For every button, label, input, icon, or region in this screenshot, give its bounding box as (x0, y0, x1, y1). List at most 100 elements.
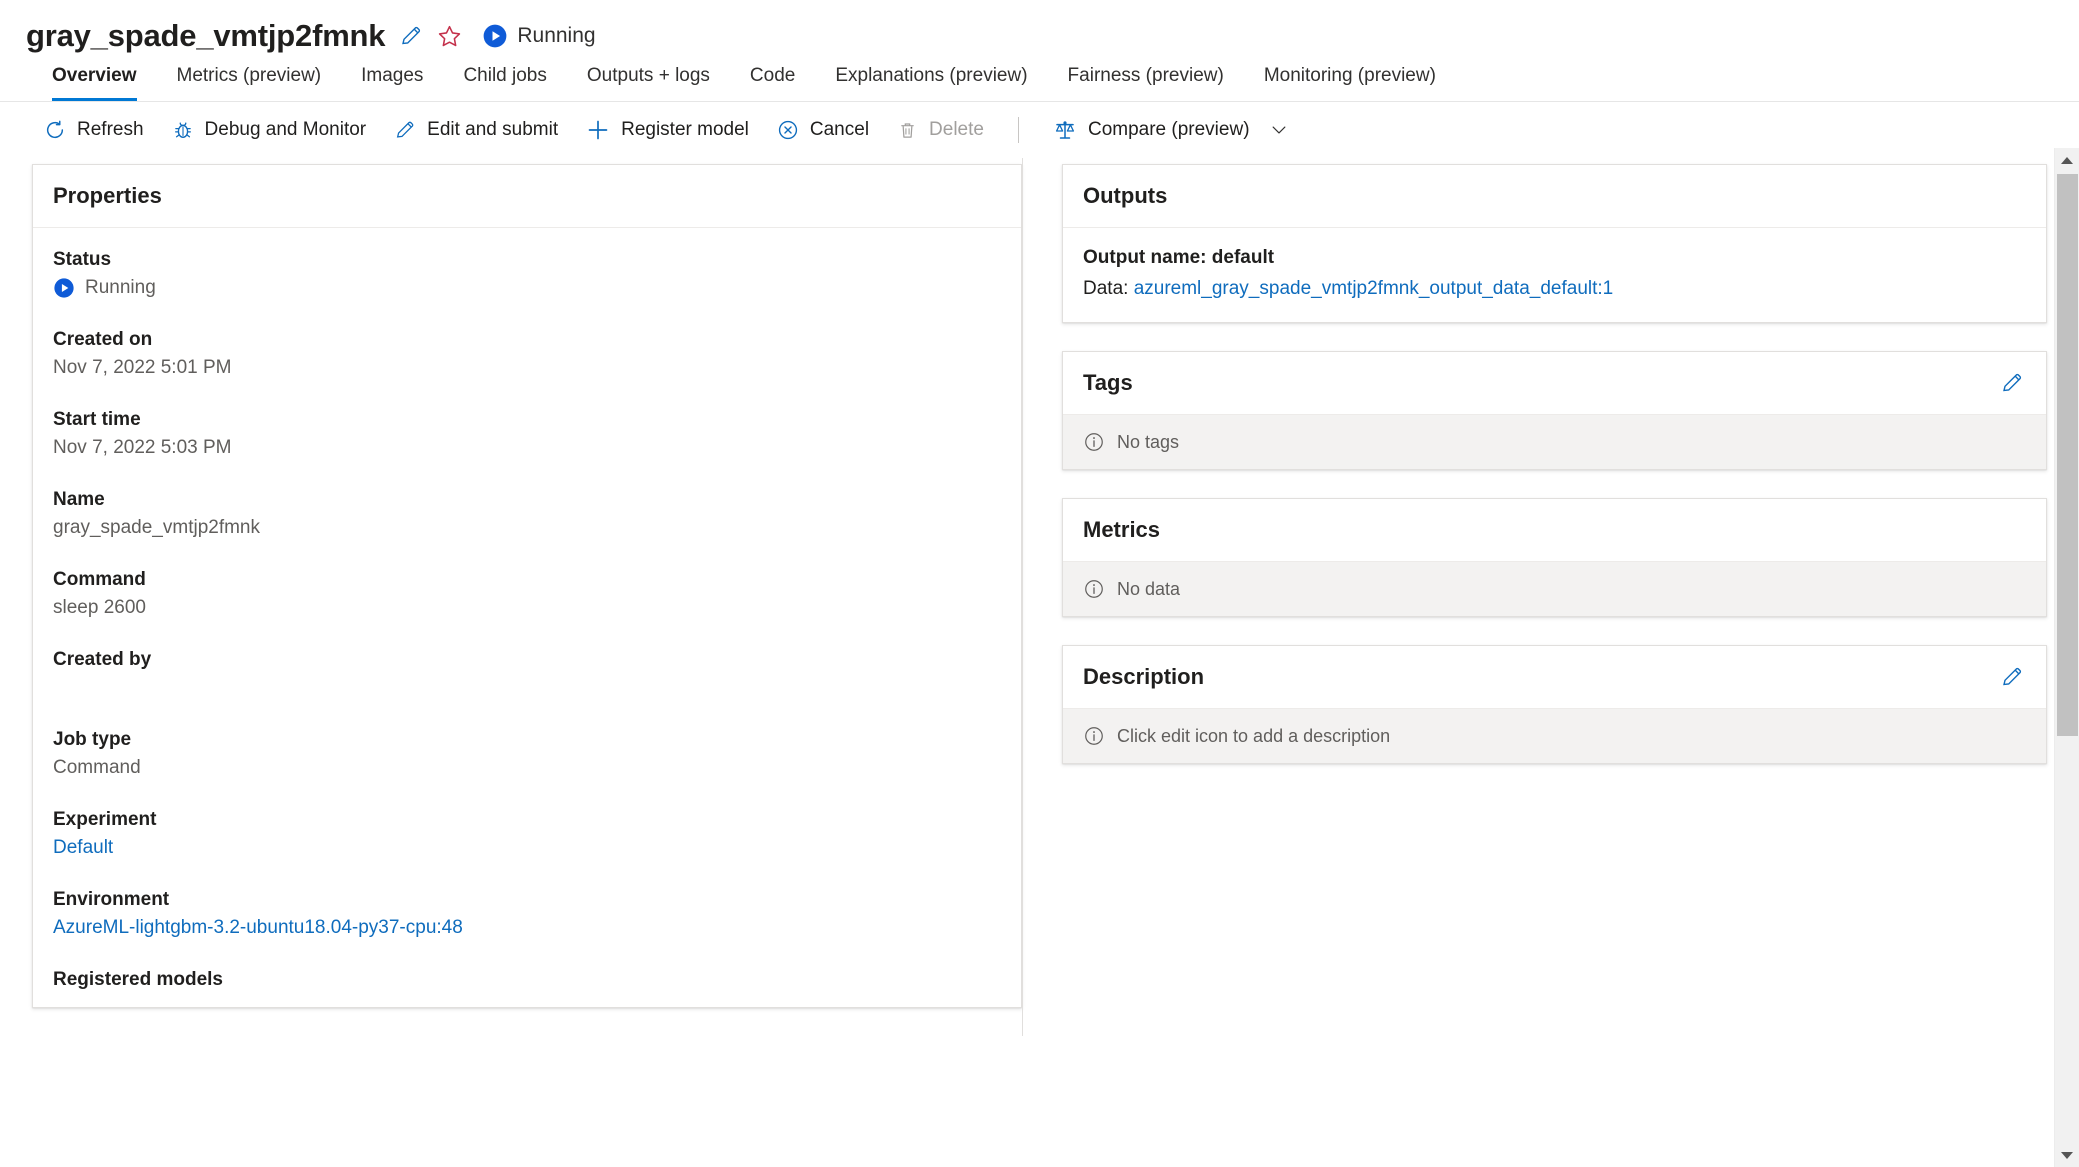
property-registered-models: Registered models (53, 966, 999, 993)
info-icon (1083, 431, 1105, 453)
output-name: Output name: default (1083, 247, 1275, 268)
property-value: Nov 7, 2022 5:03 PM (53, 437, 232, 458)
tags-card-body: No tags (1063, 415, 2046, 469)
property-label: Created on (53, 329, 153, 350)
tab-explanations[interactable]: Explanations (preview) (815, 65, 1047, 101)
refresh-label: Refresh (77, 119, 144, 140)
property-experiment: Experiment Default (53, 806, 999, 862)
edit-and-submit-button[interactable]: Edit and submit (380, 113, 572, 147)
status-text: Running (517, 24, 596, 47)
refresh-icon (44, 119, 66, 141)
running-play-icon (482, 23, 508, 49)
tab-overview[interactable]: Overview (32, 65, 157, 101)
property-status-text: Running (85, 277, 156, 298)
status-badge: Running (482, 23, 596, 49)
pencil-icon[interactable] (2000, 371, 2024, 395)
property-value: gray_spade_vmtjp2fmnk (53, 517, 260, 538)
metrics-title: Metrics (1083, 517, 1161, 542)
tags-empty-text: No tags (1117, 431, 1180, 452)
tags-title: Tags (1083, 370, 1133, 395)
delete-button: Delete (883, 113, 998, 147)
property-created-on: Created on Nov 7, 2022 5:01 PM (53, 326, 999, 382)
properties-card-header: Properties (33, 165, 1021, 228)
property-start-time: Start time Nov 7, 2022 5:03 PM (53, 406, 999, 462)
star-icon[interactable] (437, 24, 462, 49)
tab-fairness[interactable]: Fairness (preview) (1048, 65, 1244, 101)
description-card-body: Click edit icon to add a description (1063, 709, 2046, 763)
tab-code[interactable]: Code (730, 65, 815, 101)
scrollbar-thumb[interactable] (2057, 174, 2078, 736)
outputs-card-body: Output name: default Data: azureml_gray_… (1063, 228, 2046, 322)
pencil-icon[interactable] (2000, 665, 2024, 689)
metrics-card-header: Metrics (1063, 499, 2046, 562)
chevron-up-icon (2061, 156, 2073, 164)
scroll-down-button[interactable] (2055, 1143, 2079, 1167)
property-environment: Environment AzureML-lightgbm-3.2-ubuntu1… (53, 886, 999, 942)
property-name: Name gray_spade_vmtjp2fmnk (53, 486, 999, 542)
edit-and-submit-label: Edit and submit (427, 119, 559, 140)
scales-icon (1053, 118, 1077, 142)
output-data-row: Data: azureml_gray_spade_vmtjp2fmnk_outp… (1083, 273, 2024, 304)
outputs-card-header: Outputs (1063, 165, 2046, 228)
property-created-by: Created by (53, 646, 999, 702)
property-value: Nov 7, 2022 5:01 PM (53, 357, 232, 378)
description-empty-text: Click edit icon to add a description (1117, 725, 1391, 746)
tab-monitoring[interactable]: Monitoring (preview) (1244, 65, 1456, 101)
job-detail-page: gray_spade_vmtjp2fmnk Running Overview M… (0, 0, 2079, 1167)
scroll-up-button[interactable] (2055, 148, 2079, 172)
experiment-link[interactable]: Default (53, 833, 999, 862)
property-status: Status Running (53, 246, 999, 302)
running-play-icon (53, 277, 75, 299)
tab-child-jobs[interactable]: Child jobs (443, 65, 566, 101)
vertical-scrollbar[interactable] (2054, 148, 2079, 1167)
debug-and-monitor-button[interactable]: Debug and Monitor (158, 113, 381, 147)
properties-title: Properties (53, 183, 162, 208)
metrics-card: Metrics No data (1062, 498, 2047, 617)
description-card: Description Click edit icon to add a des… (1062, 645, 2047, 764)
register-model-label: Register model (621, 119, 749, 140)
command-bar: Refresh Debug and Monitor Edit and submi… (0, 102, 2079, 175)
info-icon (1083, 578, 1105, 600)
info-icon (1083, 725, 1105, 747)
properties-card: Properties Status Running Created on Nov… (32, 164, 1022, 1008)
properties-card-body: Status Running Created on Nov 7, 2022 5:… (33, 228, 1021, 1007)
property-label: Job type (53, 729, 132, 750)
property-label: Registered models (53, 969, 223, 990)
refresh-button[interactable]: Refresh (30, 113, 158, 147)
page-title: gray_spade_vmtjp2fmnk (26, 18, 386, 53)
property-label: Command (53, 569, 146, 590)
debug-and-monitor-label: Debug and Monitor (204, 119, 367, 140)
chevron-down-icon[interactable] (1269, 120, 1289, 140)
property-value: Command (53, 757, 141, 778)
left-column: Properties Status Running Created on Nov… (32, 164, 1022, 1008)
toolbar-divider (1017, 117, 1019, 143)
tab-metrics[interactable]: Metrics (preview) (157, 65, 342, 101)
property-command: Command sleep 2600 (53, 566, 999, 622)
compare-label: Compare (preview) (1087, 119, 1250, 140)
register-model-button[interactable]: Register model (572, 112, 763, 148)
chevron-down-icon (2061, 1151, 2073, 1159)
metrics-card-body: No data (1063, 562, 2046, 616)
property-value: sleep 2600 (53, 597, 146, 618)
property-label: Status (53, 249, 112, 270)
tab-images[interactable]: Images (341, 65, 443, 101)
output-data-link[interactable]: azureml_gray_spade_vmtjp2fmnk_output_dat… (1134, 278, 1614, 299)
tags-card: Tags No tags (1062, 351, 2047, 470)
trash-icon (897, 120, 918, 141)
environment-link[interactable]: AzureML-lightgbm-3.2-ubuntu18.04-py37-cp… (53, 913, 999, 942)
tab-outputs-logs[interactable]: Outputs + logs (567, 65, 730, 101)
page-header: gray_spade_vmtjp2fmnk Running (0, 0, 2079, 53)
description-card-header: Description (1063, 646, 2046, 709)
compare-button[interactable]: Compare (preview) (1039, 112, 1303, 148)
tags-card-header: Tags (1063, 352, 2046, 415)
content-area: Properties Status Running Created on Nov… (0, 158, 2079, 1036)
cancel-circle-icon (777, 119, 799, 141)
plus-icon (586, 118, 610, 142)
property-value: Running (53, 273, 999, 302)
cancel-button[interactable]: Cancel (763, 113, 883, 147)
cancel-label: Cancel (809, 119, 870, 140)
bug-icon (172, 119, 194, 141)
pencil-icon[interactable] (399, 24, 423, 48)
output-data-label: Data: (1083, 278, 1129, 299)
delete-label: Delete (929, 119, 984, 140)
